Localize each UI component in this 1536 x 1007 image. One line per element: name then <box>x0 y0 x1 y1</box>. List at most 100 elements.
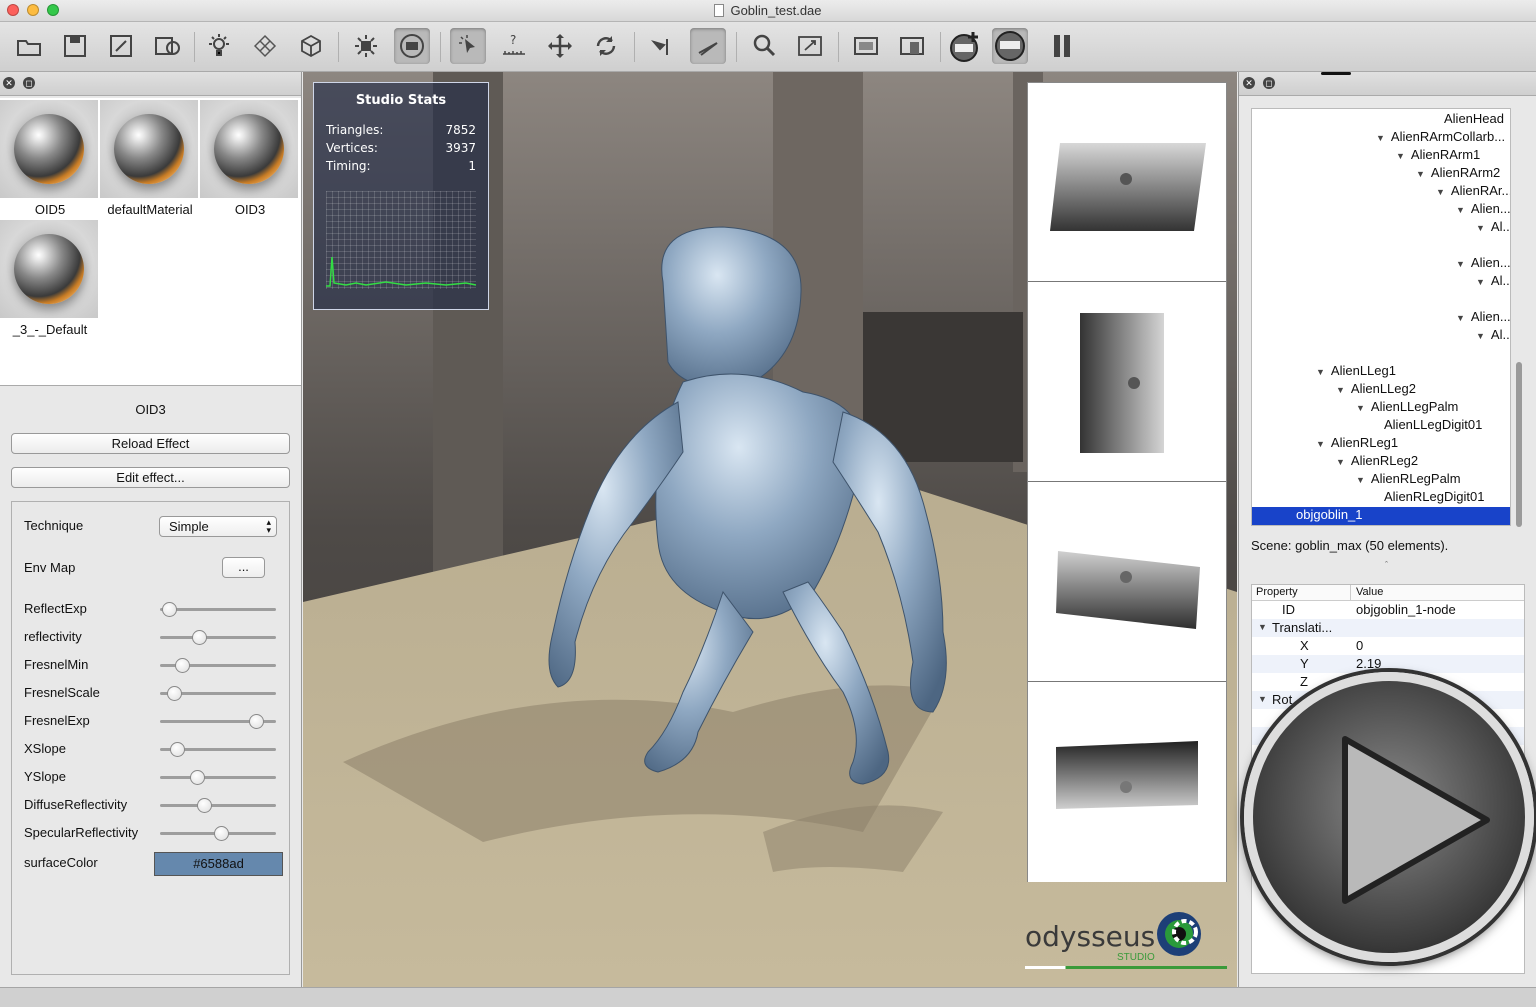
pause-button[interactable] <box>1044 28 1080 64</box>
disclosure-triangle-icon[interactable]: ▼ <box>1258 622 1267 632</box>
disclosure-triangle-icon[interactable]: ▼ <box>1476 223 1485 233</box>
disclosure-triangle-icon[interactable]: ▼ <box>1456 259 1465 269</box>
disclosure-triangle-icon[interactable]: ▼ <box>1456 205 1465 215</box>
tree-node[interactable]: ▼ AlienRLeg2 <box>1336 453 1418 471</box>
tree-node[interactable]: ▼ AlienRArmCollarb... <box>1376 129 1505 147</box>
fullscreen-button[interactable] <box>792 28 828 64</box>
tree-node[interactable]: ▼ Alien... <box>1456 201 1510 219</box>
disclosure-triangle-icon[interactable]: ▼ <box>1476 331 1485 341</box>
slider-thumb[interactable] <box>166 686 182 701</box>
tree-node[interactable]: ▼ Al... <box>1476 327 1510 345</box>
split-view-button[interactable] <box>894 28 930 64</box>
slider-track[interactable] <box>160 686 276 701</box>
float-panel-button[interactable]: ◻ <box>1263 77 1275 89</box>
light-button[interactable] <box>201 28 237 64</box>
tree-node[interactable]: ▼ AlienRLegPalm <box>1356 471 1461 489</box>
slider-track[interactable] <box>160 826 276 841</box>
tree-node[interactable]: ▼ Alien... <box>1456 255 1510 273</box>
edit-effect-button[interactable]: Edit effect... <box>11 467 290 488</box>
disclosure-triangle-icon[interactable]: ▼ <box>1476 277 1485 287</box>
disclosure-triangle-icon[interactable]: ▼ <box>1376 133 1385 143</box>
disclosure-triangle-icon[interactable]: ▼ <box>1316 439 1325 449</box>
slider-thumb[interactable] <box>170 742 186 757</box>
measure-button[interactable]: ? <box>496 28 532 64</box>
tree-scrollbar[interactable] <box>1516 362 1522 527</box>
slider-thumb[interactable] <box>214 826 230 841</box>
panel-grip[interactable] <box>1321 72 1351 75</box>
property-row[interactable]: ID objgoblin_1-node <box>1252 601 1524 619</box>
close-panel-button[interactable]: ✕ <box>3 77 15 89</box>
forward-button[interactable] <box>690 28 726 64</box>
camera-button[interactable] <box>394 28 430 64</box>
disclosure-triangle-icon[interactable]: ▼ <box>1356 403 1365 413</box>
slider-thumb[interactable] <box>190 770 206 785</box>
zoom-button[interactable] <box>746 28 782 64</box>
close-panel-button[interactable]: ✕ <box>1243 77 1255 89</box>
cube-button[interactable] <box>293 28 329 64</box>
slider-thumb[interactable] <box>162 602 178 617</box>
disclosure-triangle-icon[interactable]: ▼ <box>1316 367 1325 377</box>
splitter-handle[interactable]: ˆ <box>1385 560 1388 570</box>
grid-button[interactable] <box>247 28 283 64</box>
tree-node[interactable]: ▼ AlienRArm2 <box>1416 165 1500 183</box>
slider-thumb[interactable] <box>192 630 208 645</box>
disclosure-triangle-icon[interactable]: ▼ <box>1436 187 1445 197</box>
rotate-button[interactable] <box>588 28 624 64</box>
select-button[interactable] <box>450 28 486 64</box>
property-row[interactable]: X0 <box>1252 637 1524 655</box>
envmap-browse-button[interactable]: ... <box>222 557 265 578</box>
surface-color-swatch[interactable]: #6588ad <box>154 852 283 876</box>
import-button[interactable] <box>149 28 185 64</box>
slider-track[interactable] <box>160 658 276 673</box>
tree-node[interactable]: ▼ Alien... <box>1456 309 1510 327</box>
property-row[interactable]: Y 2.19 <box>1252 655 1524 673</box>
tree-node[interactable]: objgoblin_1 <box>1252 507 1510 525</box>
slider-thumb[interactable] <box>175 658 191 673</box>
material-item[interactable]: OID5 <box>0 100 100 217</box>
disclosure-triangle-icon[interactable]: ▼ <box>1396 151 1405 161</box>
slider-thumb[interactable] <box>249 714 265 729</box>
material-item[interactable]: _3_-_Default <box>0 220 100 337</box>
slider-track[interactable] <box>160 742 276 757</box>
tree-node[interactable]: ▼ Al... <box>1476 273 1510 291</box>
slider-track[interactable] <box>160 770 276 785</box>
add-camera-button[interactable] <box>946 28 982 64</box>
slider-track[interactable] <box>160 602 276 617</box>
3d-viewport[interactable]: Studio Stats Triangles: 7852 Vertices: 393… <box>303 72 1237 987</box>
headset-button[interactable] <box>992 28 1028 64</box>
open-folder-button[interactable] <box>11 28 47 64</box>
property-row[interactable]: ▼ Translati... <box>1252 619 1524 637</box>
tree-node[interactable]: ▼ AlienLLeg1 <box>1316 363 1396 381</box>
tree-node[interactable]: AlienRLegDigit01 <box>1384 489 1484 507</box>
tree-node[interactable]: AlienLLegDigit01 <box>1384 417 1482 435</box>
tree-node[interactable]: AlienHead <box>1444 111 1504 129</box>
slider-thumb[interactable] <box>197 798 213 813</box>
technique-select[interactable]: Simple ▴ ▾ <box>159 516 277 537</box>
slider-track[interactable] <box>160 714 276 729</box>
material-item[interactable]: defaultMaterial <box>100 100 200 217</box>
material-item[interactable]: OID3 <box>200 100 300 217</box>
disclosure-triangle-icon[interactable]: ▼ <box>1336 457 1345 467</box>
tree-node[interactable]: ▼ AlienRAr... <box>1436 183 1510 201</box>
tree-node[interactable]: ▼ AlienRLeg1 <box>1316 435 1398 453</box>
slider-track[interactable] <box>160 630 276 645</box>
disclosure-triangle-icon[interactable]: ▼ <box>1456 313 1465 323</box>
save-as-button[interactable] <box>103 28 139 64</box>
window-button[interactable] <box>848 28 884 64</box>
tree-node[interactable]: ▼ AlienRArm1 <box>1396 147 1480 165</box>
snap-button[interactable] <box>644 28 680 64</box>
disclosure-triangle-icon[interactable]: ▼ <box>1356 475 1365 485</box>
tree-node[interactable]: ▼ Al... <box>1476 219 1510 237</box>
float-panel-button[interactable]: ◻ <box>23 77 35 89</box>
scene-tree[interactable]: AlienHead ▼ AlienRArmCollarb... ▼ AlienRArm1… <box>1251 108 1511 526</box>
reload-effect-button[interactable]: Reload Effect <box>11 433 290 454</box>
tree-node[interactable]: ▼ AlienLLeg2 <box>1336 381 1416 399</box>
move-button[interactable] <box>542 28 578 64</box>
tree-node[interactable]: ▼ AlienLLegPalm <box>1356 399 1458 417</box>
save-button[interactable] <box>57 28 93 64</box>
play-button[interactable] <box>1244 672 1534 962</box>
slider-track[interactable] <box>160 798 276 813</box>
sun-button[interactable] <box>348 28 384 64</box>
disclosure-triangle-icon[interactable]: ▼ <box>1416 169 1425 179</box>
disclosure-triangle-icon[interactable]: ▼ <box>1336 385 1345 395</box>
